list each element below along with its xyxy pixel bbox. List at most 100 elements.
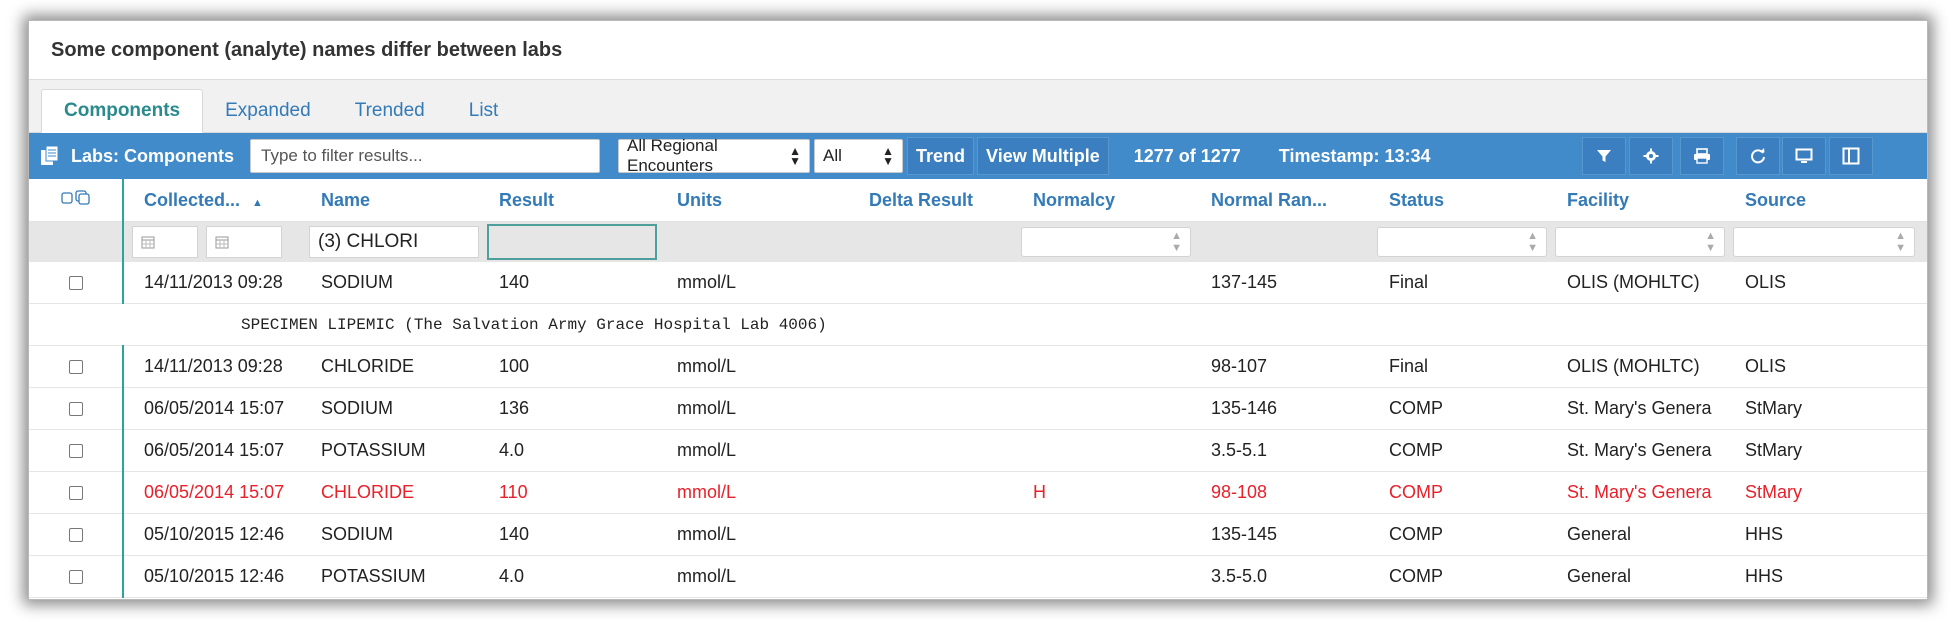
cell-units: mmol/L (657, 387, 835, 430)
cell-source: StMary (1725, 387, 1927, 430)
cell-normalcy (1013, 429, 1191, 472)
result-filter-input[interactable] (487, 224, 657, 260)
cell-source: OLIS (1725, 345, 1927, 388)
source-filter-select[interactable]: ▲ ▼ (1733, 227, 1915, 257)
source-filter-cell: ▲ ▼ (1725, 221, 1927, 262)
cell-range: 135-146 (1191, 387, 1369, 430)
labs-toolbar: Labs: Components All Regional Encounters… (29, 133, 1927, 179)
filter-results-input[interactable] (250, 139, 601, 173)
col-units[interactable]: Units (657, 179, 835, 222)
cell-units: mmol/L (657, 471, 835, 514)
gear-icon (1643, 148, 1659, 164)
filter-button[interactable] (1582, 137, 1626, 175)
row-checkbox[interactable] (68, 528, 83, 543)
tab-expanded[interactable]: Expanded (203, 90, 333, 132)
table-row[interactable]: 06/05/2014 15:07 SODIUM 136 mmol/L 135-1… (29, 387, 1927, 430)
range-filter-cell (1191, 221, 1369, 262)
cell-name: POTASSIUM (301, 555, 479, 598)
scope-select[interactable]: All ▲ ▼ (814, 139, 904, 173)
column-filter-row: (3) CHLORI ▲ ▼ ▲ ▼ ▲ ▼ ▲ ▼ (29, 221, 1927, 262)
cell-units: mmol/L (657, 429, 835, 472)
cell-name: SODIUM (301, 513, 479, 556)
select-arrows-icon: ▲ ▼ (789, 144, 802, 168)
cell-name: SODIUM (301, 262, 479, 304)
date-from-input[interactable] (132, 226, 198, 258)
cell-source: HHS (1725, 513, 1927, 556)
cell-range: 137-145 (1191, 262, 1369, 304)
select-arrows-icon: ▲ ▼ (882, 144, 895, 168)
normalcy-filter-select[interactable]: ▲ ▼ (1021, 227, 1191, 257)
cell-name: CHLORIDE (301, 471, 479, 514)
tab-list[interactable]: List (447, 90, 521, 132)
col-status[interactable]: Status (1369, 179, 1547, 222)
trend-button[interactable]: Trend (907, 137, 975, 175)
cell-collected: 14/11/2013 09:28 (123, 262, 301, 304)
table-row[interactable]: 05/10/2015 12:46 SODIUM 140 mmol/L 135-1… (29, 513, 1927, 556)
status-filter-select[interactable]: ▲ ▼ (1377, 227, 1547, 257)
row-checkbox[interactable] (68, 486, 83, 501)
settings-button[interactable] (1629, 137, 1673, 175)
row-checkbox[interactable] (68, 570, 83, 585)
cell-facility: St. Mary's Genera (1547, 471, 1725, 514)
encounters-select-value: All Regional Encounters (627, 136, 718, 175)
cell-status: COMP (1369, 387, 1547, 430)
tab-trended[interactable]: Trended (333, 90, 447, 132)
col-source[interactable]: Source (1725, 179, 1927, 222)
name-filter-select[interactable]: (3) CHLORI (309, 226, 479, 258)
select-all-header[interactable] (29, 179, 124, 222)
columns-icon (1842, 147, 1860, 165)
col-collected[interactable]: Collected... ▲ (123, 179, 301, 222)
cell-range: 3.5-5.1 (1191, 429, 1369, 472)
col-normal-range[interactable]: Normal Ran... (1191, 179, 1369, 222)
col-facility[interactable]: Facility (1547, 179, 1725, 222)
cell-delta (835, 513, 1013, 556)
table-row[interactable]: 05/10/2015 12:46 POTASSIUM 4.0 mmol/L 3.… (29, 555, 1927, 598)
cell-delta (835, 387, 1013, 430)
col-result[interactable]: Result (479, 179, 657, 222)
result-note: SPECIMEN LIPEMIC (The Salvation Army Gra… (123, 303, 1927, 346)
table-row[interactable]: 14/11/2013 09:28 CHLORIDE 100 mmol/L 98-… (29, 345, 1927, 388)
cell-normalcy (1013, 555, 1191, 598)
cell-collected: 05/10/2015 12:46 (123, 513, 301, 556)
refresh-button[interactable] (1736, 137, 1780, 175)
row-checkbox[interactable] (68, 360, 83, 375)
columns-button[interactable] (1829, 137, 1873, 175)
tab-components[interactable]: Components (41, 89, 204, 133)
print-button[interactable] (1680, 137, 1724, 175)
cell-range: 3.5-5.0 (1191, 555, 1369, 598)
status-filter-cell: ▲ ▼ (1369, 221, 1547, 262)
display-button[interactable] (1782, 137, 1826, 175)
row-checkbox[interactable] (68, 444, 83, 459)
cell-normalcy (1013, 262, 1191, 304)
cell-units: mmol/L (657, 513, 835, 556)
col-delta-result[interactable]: Delta Result (835, 179, 1013, 222)
facility-filter-select[interactable]: ▲ ▼ (1555, 227, 1725, 257)
select-arrows-icon: ▲ ▼ (1895, 230, 1906, 254)
date-to-input[interactable] (206, 226, 282, 258)
encounters-select[interactable]: All Regional Encounters ▲ ▼ (618, 136, 811, 175)
cell-facility: General (1547, 555, 1725, 598)
cell-collected: 05/10/2015 12:46 (123, 555, 301, 598)
header-row: Collected... ▲ Name Result Units Delta Re… (29, 179, 1927, 222)
row-checkbox-cell (29, 555, 124, 598)
table-row[interactable]: 14/11/2013 09:28 SODIUM 140 mmol/L 137-1… (29, 262, 1927, 304)
table-row-abnormal[interactable]: 06/05/2014 15:07 CHLORIDE 110 mmol/L H 9… (29, 471, 1927, 514)
cell-result: 136 (479, 387, 657, 430)
col-name[interactable]: Name (301, 179, 479, 222)
select-all-icon[interactable] (60, 189, 91, 206)
cell-facility: OLIS (MOHLTC) (1547, 345, 1725, 388)
cell-status: Final (1369, 262, 1547, 304)
cell-source: HHS (1725, 555, 1927, 598)
view-multiple-button[interactable]: View Multiple (977, 137, 1109, 175)
cell-status: COMP (1369, 555, 1547, 598)
labs-panel: Some component (analyte) names differ be… (28, 20, 1928, 600)
row-checkbox[interactable] (68, 402, 83, 417)
cell-facility: OLIS (MOHLTC) (1547, 262, 1725, 304)
refresh-icon (1751, 148, 1765, 164)
cell-result: 140 (479, 262, 657, 304)
cell-result: 110 (479, 471, 657, 514)
cell-delta (835, 429, 1013, 472)
row-checkbox[interactable] (68, 276, 83, 291)
col-normalcy[interactable]: Normalcy (1013, 179, 1191, 222)
table-row[interactable]: 06/05/2014 15:07 POTASSIUM 4.0 mmol/L 3.… (29, 429, 1927, 472)
